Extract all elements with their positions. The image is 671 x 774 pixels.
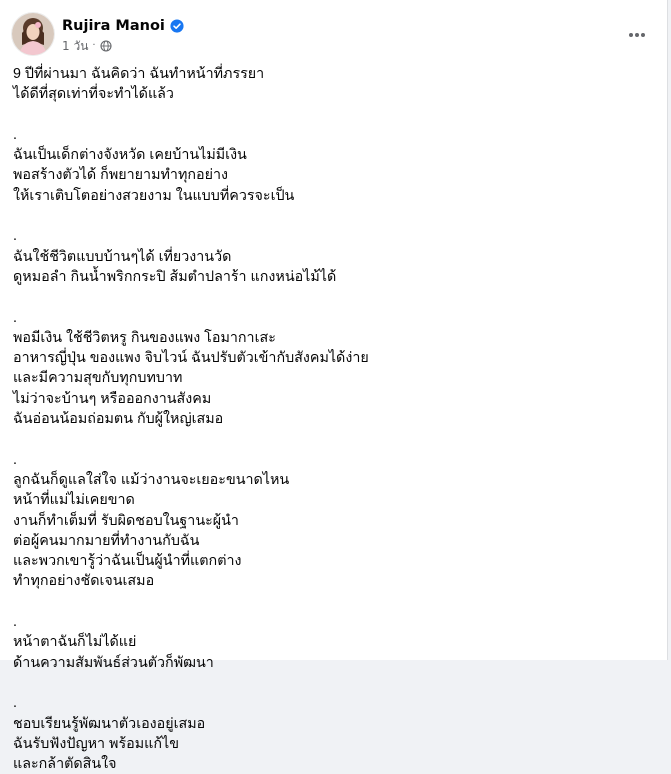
meta-separator: ·	[92, 40, 96, 51]
post-header: Rujira Manoi 1 วัน ·	[12, 13, 655, 57]
post-text-line: งานก็ทำเต็มที่ รับผิดชอบในฐานะผู้นำ	[13, 512, 239, 529]
post-text-line: และกล้าตัดสินใจ	[13, 756, 117, 773]
post-text-line: ดูหมอลำ กินน้ำพริกกระปิ ส้มตำปลาร้า แกงห…	[13, 268, 337, 285]
post-text-line: และพวกเขารู้ว่าฉันเป็นผู้นำที่แตกต่าง	[13, 553, 242, 570]
post-text-line: หน้าที่แม่ไม่เคยขาด	[13, 492, 135, 509]
post-text-line: ให้เราเติบโตอย่างสวยงาม ในแบบที่ควรจะเป็…	[13, 187, 295, 204]
post-text-line	[13, 287, 655, 307]
globe-icon[interactable]	[100, 40, 112, 52]
post-text-line: อาหารญี่ปุ่น ของแพง จิบไวน์ ฉันปรับตัวเข…	[13, 350, 369, 367]
post-text-line: .	[13, 309, 17, 326]
post-text-line	[13, 206, 655, 226]
post-text-line	[13, 673, 655, 693]
more-horizontal-icon	[629, 33, 645, 37]
post-text: 9 ปีที่ผ่านมา ฉันคิดว่า ฉันทำหน้าที่ภรรย…	[13, 64, 655, 774]
post-text-line: ฉันอ่อนน้อมถ่อมตน กับผู้ใหญ่เสมอ	[13, 411, 224, 428]
post-text-line: .	[13, 695, 17, 712]
verified-badge-icon	[170, 19, 184, 33]
post-text-line: ด้านความสัมพันธ์ส่วนตัวก็พัฒนา	[13, 654, 214, 671]
author-name[interactable]: Rujira Manoi	[62, 18, 165, 34]
post-timestamp[interactable]: 1 วัน	[62, 37, 88, 56]
post-text-line: ชอบเรียนรู้พัฒนาตัวเองอยู่เสมอ	[13, 715, 206, 732]
post-text-line: .	[13, 451, 17, 468]
avatar-photo	[12, 13, 54, 55]
post-text-line: พอมีเงิน ใช้ชีวิตหรู กินของแพง โอมากาเสะ	[13, 329, 276, 346]
avatar[interactable]	[12, 13, 54, 55]
post-text-line: ทำทุกอย่างชัดเจนเสมอ	[13, 573, 155, 590]
post-text-line: ฉันรับฟังปัญหา พร้อมแก้ไข	[13, 735, 179, 752]
post-text-line: ฉันใช้ชีวิตแบบบ้านๆได้ เที่ยวงานวัด	[13, 248, 232, 265]
post-text-line: ได้ดีที่สุดเท่าที่จะทำได้แล้ว	[13, 86, 174, 103]
post-text-line: 9 ปีที่ผ่านมา ฉันคิดว่า ฉันทำหน้าที่ภรรย…	[13, 66, 265, 82]
post-text-line: .	[13, 614, 17, 631]
post-meta: 1 วัน ·	[62, 37, 112, 55]
post-text-line: ฉันเป็นเด็กต่างจังหวัด เคยบ้านไม่มีเงิน	[13, 147, 247, 164]
author-line: Rujira Manoi	[62, 16, 184, 36]
post-text-line: .	[13, 126, 17, 143]
post-text-line	[13, 105, 655, 125]
post-text-line: ลูกฉันก็ดูแลใส่ใจ แม้ว่างานจะเยอะขนาดไหน	[13, 471, 290, 488]
post-text-line: ต่อผู้คนมากมายที่ทำงานกับฉัน	[13, 532, 200, 549]
post-text-line: พอสร้างตัวได้ ก็พยายามทำทุกอย่าง	[13, 167, 229, 184]
post-text-line	[13, 592, 655, 612]
post-card: Rujira Manoi 1 วัน · 9 ปีที่ผ่านมา ฉันคิ…	[0, 0, 668, 772]
post-text-line: ไม่ว่าจะบ้านๆ หรือออกงานสังคม	[13, 390, 212, 407]
post-options-button[interactable]	[619, 17, 655, 53]
post-text-line: หน้าตาฉันก็ไม่ได้แย่	[13, 634, 137, 651]
post-text-line	[13, 429, 655, 449]
post-text-line: และมีความสุขกับทุกบทบาท	[13, 370, 183, 387]
post-text-line: .	[13, 228, 17, 245]
